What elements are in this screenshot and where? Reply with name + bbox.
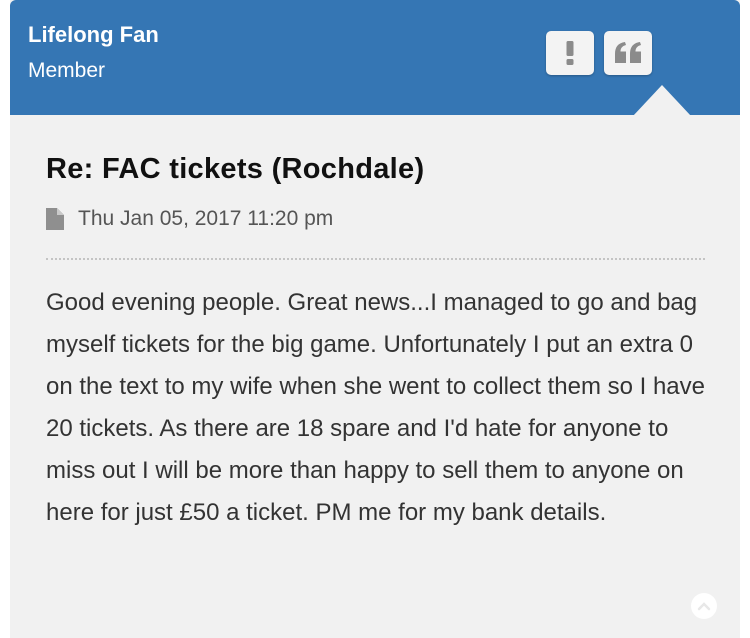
quote-button[interactable] [604, 31, 652, 75]
post-content: Good evening people. Great news...I mana… [46, 289, 706, 526]
chevron-up-icon [697, 602, 711, 611]
post-title[interactable]: Re: FAC tickets (Rochdale) [46, 153, 424, 186]
header-notch [633, 85, 691, 116]
divider [46, 258, 705, 260]
post-header: Lifelong Fan Member [10, 0, 740, 116]
exclamation-icon [566, 41, 574, 65]
file-icon[interactable] [46, 208, 64, 230]
report-button[interactable] [546, 31, 594, 75]
post-date: Thu Jan 05, 2017 11:20 pm [78, 207, 334, 230]
quote-icon [615, 42, 641, 63]
user-rank: Member [28, 59, 106, 82]
username-link[interactable]: Lifelong Fan [28, 22, 159, 48]
back-to-top-button[interactable] [691, 593, 717, 619]
post-card: Lifelong Fan Member Re: FAC tickets (Roc… [10, 0, 740, 638]
